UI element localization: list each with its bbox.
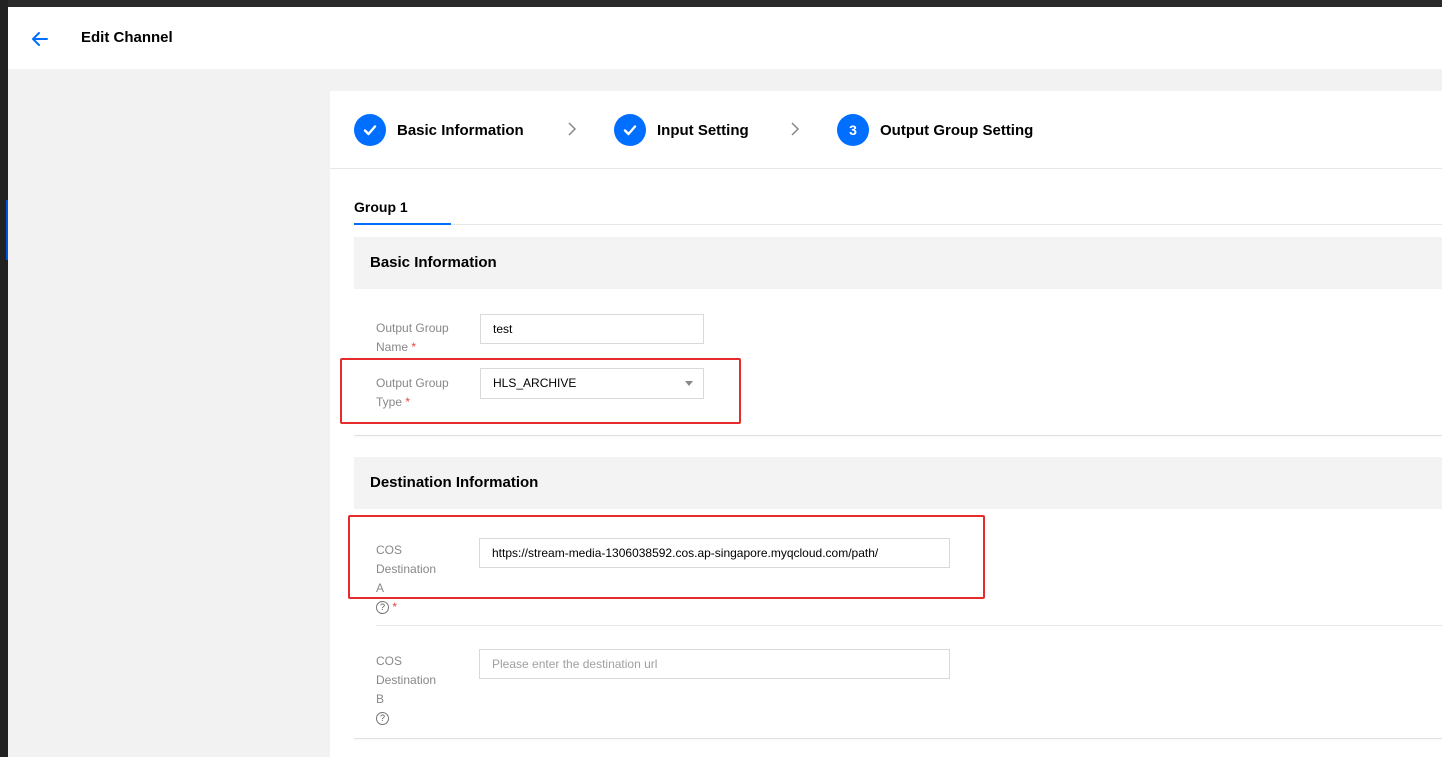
stepper: Basic Information Input Setting 3 Output… [330, 91, 1442, 169]
cos-destination-a-input[interactable] [479, 538, 950, 568]
required-mark: * [392, 600, 398, 614]
section-title: Basic Information [370, 254, 497, 271]
tab-group-1[interactable]: Group 1 [354, 199, 408, 215]
step-done-check-icon [614, 114, 646, 146]
page-header: Edit Channel [8, 7, 1442, 69]
output-group-type-label: Output Group Type * [376, 376, 449, 409]
required-mark: * [411, 340, 417, 354]
tab-bar-divider [354, 224, 1442, 225]
basic-information-header: Basic Information [354, 237, 1442, 289]
step-label: Output Group Setting [880, 121, 1034, 139]
page-title: Edit Channel [81, 29, 173, 46]
help-question-icon[interactable]: ? [376, 601, 389, 615]
output-group-type-value: HLS_ARCHIVE [493, 376, 577, 390]
step-output-group-setting[interactable]: 3 Output Group Setting [837, 114, 1033, 146]
chevron-right-icon [791, 122, 800, 136]
sidebar [8, 69, 330, 757]
window-left-border [0, 0, 8, 757]
section-divider [354, 738, 1442, 739]
cos-destination-a-label: COS Destination A ? * [376, 543, 437, 615]
output-group-name-input[interactable] [480, 314, 704, 344]
destination-information-header: Destination Information [354, 457, 1442, 509]
step-basic-information[interactable]: Basic Information [354, 114, 524, 146]
output-group-type-select[interactable]: HLS_ARCHIVE [480, 368, 704, 399]
step-label: Input Setting [657, 121, 749, 139]
window-top-border [0, 0, 1442, 7]
field-divider [376, 625, 1442, 626]
step-label: Basic Information [397, 121, 524, 139]
back-arrow-icon[interactable] [30, 29, 50, 49]
step-input-setting[interactable]: Input Setting [614, 114, 749, 146]
edit-channel-card: Basic Information Input Setting 3 Output… [330, 91, 1442, 757]
help-question-icon[interactable]: ? [376, 712, 389, 726]
step-number-badge: 3 [837, 114, 869, 146]
active-tab-indicator [354, 223, 451, 225]
output-group-name-label: Output Group Name * [376, 321, 449, 354]
cos-destination-b-input[interactable] [479, 649, 950, 679]
caret-down-icon [685, 381, 693, 386]
section-divider [354, 435, 1442, 436]
chevron-right-icon [568, 122, 577, 136]
required-mark: * [405, 395, 411, 409]
step-done-check-icon [354, 114, 386, 146]
cos-destination-b-label: COS Destination B ? [376, 654, 437, 726]
section-title: Destination Information [370, 474, 539, 491]
